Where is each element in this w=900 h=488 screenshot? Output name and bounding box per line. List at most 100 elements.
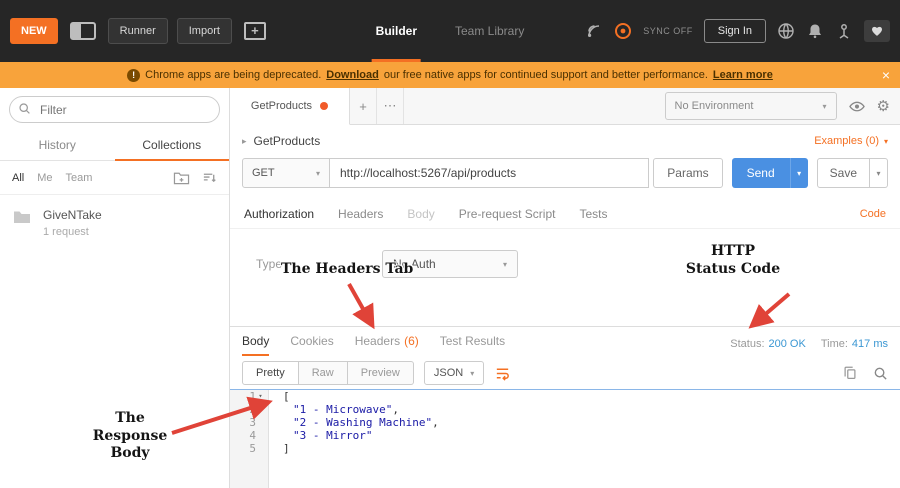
examples-dropdown[interactable]: Examples (0) ▾ (814, 135, 888, 147)
collection-meta: 1 request (43, 226, 102, 238)
preview-button[interactable]: Preview (348, 361, 414, 385)
response-tabs: Body Cookies Headers (6) Test Results St… (230, 327, 900, 356)
copy-icon[interactable] (842, 365, 858, 381)
satellite-icon[interactable] (835, 22, 853, 40)
chevron-down-icon: ▾ (884, 137, 888, 146)
runner-button[interactable]: Runner (108, 18, 168, 44)
code-link[interactable]: Code (860, 208, 886, 220)
params-button[interactable]: Params (653, 158, 722, 188)
learn-more-link[interactable]: Learn more (713, 69, 773, 81)
banner-text-2: our free native apps for continued suppo… (384, 69, 708, 81)
method-select[interactable]: GET ▾ (242, 158, 330, 188)
format-value: JSON (434, 367, 463, 379)
tab-options-button[interactable]: ⋯ (377, 88, 404, 124)
workspace: History Collections All Me Team GiveNTak… (0, 88, 900, 488)
response-actions (842, 365, 888, 381)
scope-all[interactable]: All (12, 172, 24, 184)
tab-response-headers[interactable]: Headers (6) (355, 334, 419, 356)
wrap-text-icon[interactable] (494, 365, 511, 382)
auth-type-row: Type No Auth ▾ (242, 250, 888, 278)
globe-icon[interactable] (777, 22, 795, 40)
tab-body[interactable]: Body (407, 207, 434, 221)
topbar: NEW Runner Import + Builder Team Library… (0, 0, 900, 62)
filter-input[interactable] (9, 96, 220, 123)
scope-me[interactable]: Me (37, 172, 52, 184)
url-input[interactable] (330, 158, 649, 188)
sort-icon[interactable] (202, 170, 217, 185)
gear-icon[interactable]: ⚙ (877, 99, 890, 114)
raw-button[interactable]: Raw (299, 361, 348, 385)
caret-right-icon[interactable]: ▸ (242, 136, 247, 147)
code-line: 3 "2 - Washing Machine", (230, 416, 900, 429)
search-icon[interactable] (873, 366, 888, 381)
tab-pre-request-script[interactable]: Pre-request Script (459, 207, 556, 221)
deprecation-banner: ! Chrome apps are being deprecated. Down… (0, 62, 900, 88)
request-tabstrip: GetProducts + ⋯ No Environment ▾ ⚙ (230, 88, 900, 125)
code-line: 1▾ [ (230, 390, 900, 403)
new-window-icon: + (244, 22, 266, 40)
save-options-button[interactable]: ▾ (870, 158, 888, 188)
sidebar-toggle-icon (70, 22, 96, 40)
search-icon (18, 102, 31, 115)
folder-icon (12, 208, 32, 226)
auth-type-value: No Auth (393, 257, 436, 271)
authorization-panel: Type No Auth ▾ (230, 229, 900, 327)
chevron-down-icon: ▾ (503, 260, 507, 269)
line-number: 3 (249, 416, 256, 429)
new-button[interactable]: NEW (10, 18, 58, 44)
response-body-editor[interactable]: 1▾ [ 2 "1 - Microwave", 3 "2 - Washing M… (230, 389, 900, 488)
tab-headers[interactable]: Headers (338, 207, 383, 221)
download-link[interactable]: Download (326, 69, 379, 81)
time-value: 417 ms (852, 338, 888, 350)
tab-tests[interactable]: Tests (579, 207, 607, 221)
tab-response-body[interactable]: Body (242, 334, 269, 356)
sign-in-button[interactable]: Sign In (704, 19, 766, 43)
scope-team[interactable]: Team (66, 172, 93, 184)
fold-caret-icon[interactable]: ▾ (256, 390, 265, 403)
heart-button[interactable] (864, 20, 890, 42)
sync-status-label: SYNC OFF (643, 26, 693, 36)
tab-builder[interactable]: Builder (372, 0, 421, 62)
collection-item[interactable]: GiveNTake 1 request (0, 195, 229, 251)
time-label: Time: (821, 338, 848, 350)
bell-icon[interactable] (806, 22, 824, 40)
new-window-button[interactable]: + (241, 19, 269, 43)
tab-history[interactable]: History (0, 131, 115, 161)
pretty-button[interactable]: Pretty (242, 361, 299, 385)
environment-value: No Environment (675, 100, 754, 112)
code-line: 2 "1 - Microwave", (230, 403, 900, 416)
request-builder-row: GET ▾ Params Send ▾ Save ▾ (230, 155, 900, 199)
sidebar-toggle-button[interactable] (67, 19, 99, 43)
banner-close-button[interactable]: × (882, 62, 890, 88)
send-options-button[interactable]: ▾ (790, 158, 808, 188)
unsaved-dot-icon (320, 102, 328, 110)
tab-collections[interactable]: Collections (115, 131, 230, 161)
send-button-group: Send ▾ (732, 158, 808, 188)
tab-authorization[interactable]: Authorization (244, 207, 314, 221)
new-folder-icon[interactable] (173, 170, 190, 185)
request-tab-getproducts[interactable]: GetProducts (230, 88, 350, 125)
add-tab-button[interactable]: + (350, 88, 377, 124)
response-toolbar: Pretty Raw Preview JSON ▾ (230, 356, 900, 389)
sidebar: History Collections All Me Team GiveNTak… (0, 88, 230, 488)
tab-cookies[interactable]: Cookies (290, 334, 333, 356)
request-tabs: Authorization Headers Body Pre-request S… (230, 199, 900, 229)
topbar-left: NEW Runner Import + (10, 18, 269, 44)
environment-select[interactable]: No Environment ▾ (665, 92, 837, 120)
collection-name: GiveNTake (43, 208, 102, 222)
tab-test-results[interactable]: Test Results (440, 334, 505, 356)
import-button[interactable]: Import (177, 18, 232, 44)
eye-icon[interactable] (848, 99, 866, 114)
auth-type-select[interactable]: No Auth ▾ (382, 250, 518, 278)
interceptor-icon[interactable] (585, 22, 603, 40)
sidebar-tabs: History Collections (0, 131, 229, 161)
tab-team-library[interactable]: Team Library (451, 0, 528, 62)
main-content: GetProducts + ⋯ No Environment ▾ ⚙ ▸ Get… (230, 88, 900, 488)
code-line: 4 "3 - Mirror" (230, 429, 900, 442)
environment-area: No Environment ▾ ⚙ (665, 88, 900, 124)
examples-label: Examples (0) (814, 135, 879, 147)
sync-icon[interactable] (614, 22, 632, 40)
format-select[interactable]: JSON ▾ (424, 361, 484, 385)
send-button[interactable]: Send (732, 158, 790, 188)
save-button[interactable]: Save (817, 158, 870, 188)
